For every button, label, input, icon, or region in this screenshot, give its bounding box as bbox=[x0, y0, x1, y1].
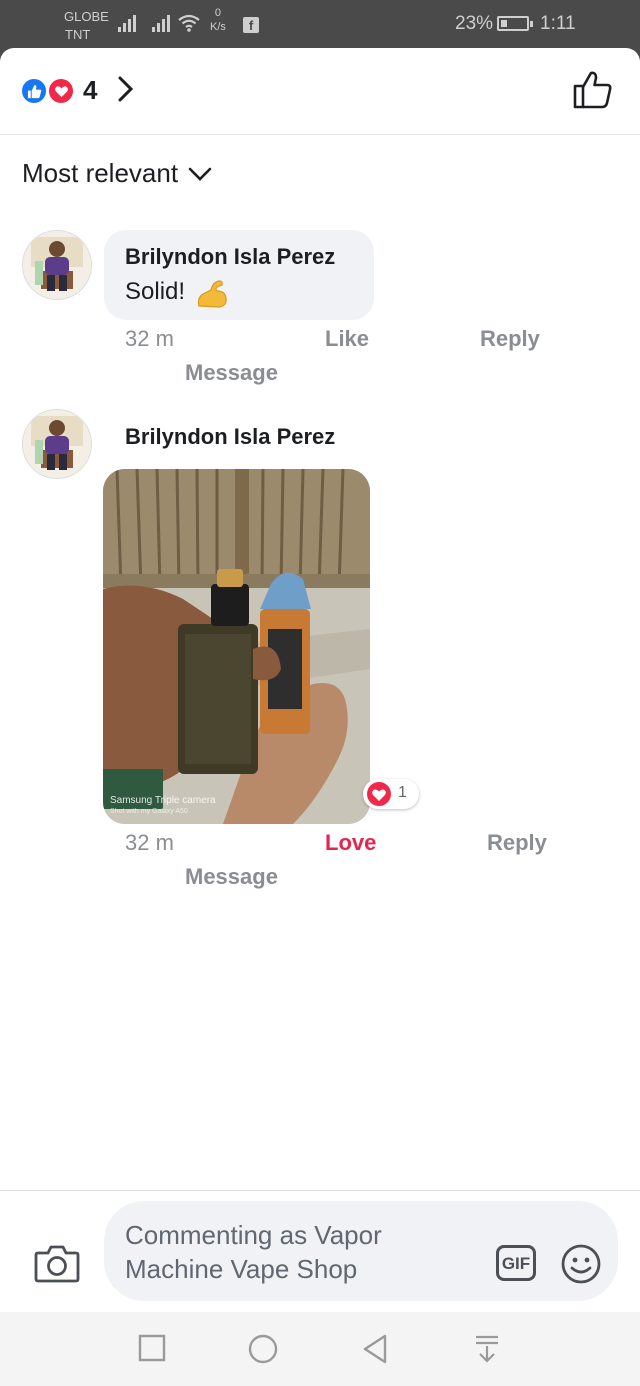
like-icon bbox=[20, 77, 48, 105]
chevron-down-icon bbox=[178, 158, 212, 189]
reply-button[interactable]: Reply bbox=[480, 326, 540, 352]
facebook-notification-icon: f bbox=[243, 17, 259, 33]
back-icon[interactable] bbox=[361, 1334, 389, 1369]
battery-fill bbox=[501, 20, 507, 27]
notification-pulldown-icon[interactable] bbox=[474, 1334, 500, 1369]
chevron-right-icon[interactable] bbox=[116, 75, 136, 108]
message-button[interactable]: Message bbox=[185, 864, 278, 890]
sort-dropdown[interactable]: Most relevant bbox=[22, 158, 212, 189]
signal-icon bbox=[118, 14, 140, 32]
reactions-bar[interactable]: 4 bbox=[0, 48, 640, 135]
clock: 1:11 bbox=[540, 13, 576, 34]
avatar[interactable] bbox=[22, 409, 92, 479]
comment-reaction-count: 1 bbox=[398, 784, 407, 801]
love-icon bbox=[47, 77, 75, 105]
camera-icon[interactable] bbox=[34, 1243, 80, 1288]
emoji-icon[interactable] bbox=[560, 1243, 602, 1290]
reply-button[interactable]: Reply bbox=[487, 830, 547, 856]
message-button[interactable]: Message bbox=[185, 360, 278, 386]
photo-watermark-2: Shot with my Galaxy A50 bbox=[110, 808, 188, 815]
comment-author[interactable]: Brilyndon Isla Perez bbox=[125, 244, 335, 270]
reaction-count: 4 bbox=[83, 75, 98, 105]
comment-reaction-pill[interactable]: 1 bbox=[363, 779, 419, 809]
comment-time: 32 m bbox=[125, 326, 174, 351]
home-icon[interactable] bbox=[248, 1334, 278, 1369]
comments-sheet: 4 Most relevant Brilyndon Isla Perez Sol… bbox=[0, 48, 640, 1386]
carrier-2: TNT bbox=[65, 27, 91, 42]
android-nav-bar bbox=[0, 1312, 640, 1386]
carrier-1: GLOBE bbox=[64, 9, 109, 24]
comment-composer: Commenting as Vapor Machine Vape Shop GI… bbox=[0, 1190, 640, 1313]
avatar[interactable] bbox=[22, 230, 92, 300]
signal-icon-2 bbox=[152, 14, 174, 32]
status-bar: GLOBE TNT 0 K/s f 23% 1:11 bbox=[0, 0, 640, 48]
like-post-button[interactable] bbox=[572, 70, 614, 115]
photo-watermark: Samsung Triple camera Shot with my Galax… bbox=[110, 795, 216, 817]
gif-button[interactable]: GIF bbox=[496, 1245, 536, 1281]
recent-apps-icon[interactable] bbox=[138, 1334, 166, 1367]
comment-author[interactable]: Brilyndon Isla Perez bbox=[125, 424, 335, 450]
net-speed-value: 0 bbox=[214, 7, 222, 19]
comment-text: Solid! bbox=[125, 278, 186, 305]
net-speed: 0 K/s bbox=[210, 6, 226, 34]
battery-icon bbox=[497, 16, 533, 31]
net-speed-unit: K/s bbox=[210, 21, 226, 33]
comment-time: 32 m bbox=[125, 830, 174, 855]
carrier-names: GLOBE TNT bbox=[64, 8, 109, 44]
love-button[interactable]: Love bbox=[325, 830, 376, 856]
comment-input[interactable]: Commenting as Vapor Machine Vape Shop GI… bbox=[104, 1201, 618, 1301]
flexed-biceps-emoji-icon bbox=[195, 278, 229, 310]
comment-photo[interactable]: Samsung Triple camera Shot with my Galax… bbox=[103, 469, 370, 824]
like-button[interactable]: Like bbox=[325, 326, 369, 352]
photo-watermark-1: Samsung Triple camera bbox=[110, 795, 216, 806]
comment-input-placeholder: Commenting as Vapor Machine Vape Shop bbox=[125, 1220, 382, 1284]
love-icon bbox=[367, 782, 391, 806]
battery-percent: 23% bbox=[455, 13, 494, 34]
comment-bubble[interactable]: Brilyndon Isla Perez Solid! bbox=[104, 230, 374, 320]
sort-label: Most relevant bbox=[22, 158, 179, 188]
wifi-icon bbox=[177, 13, 201, 33]
